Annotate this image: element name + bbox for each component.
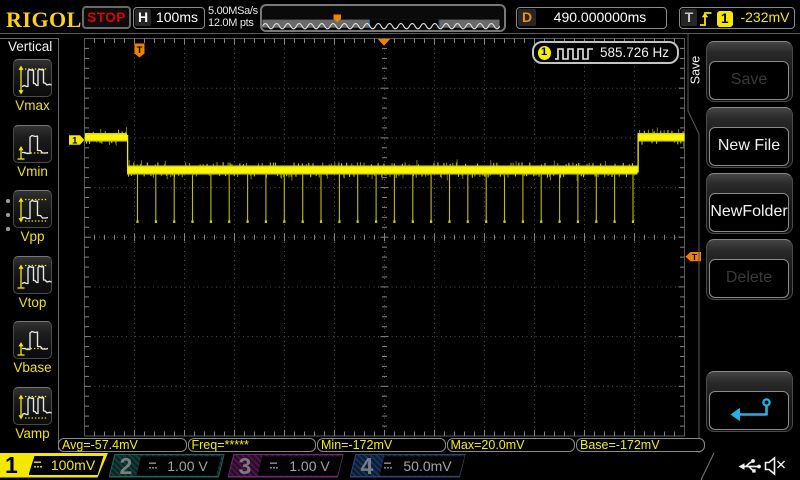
svg-text:1: 1 xyxy=(72,136,78,147)
svg-text:T: T xyxy=(137,45,143,56)
